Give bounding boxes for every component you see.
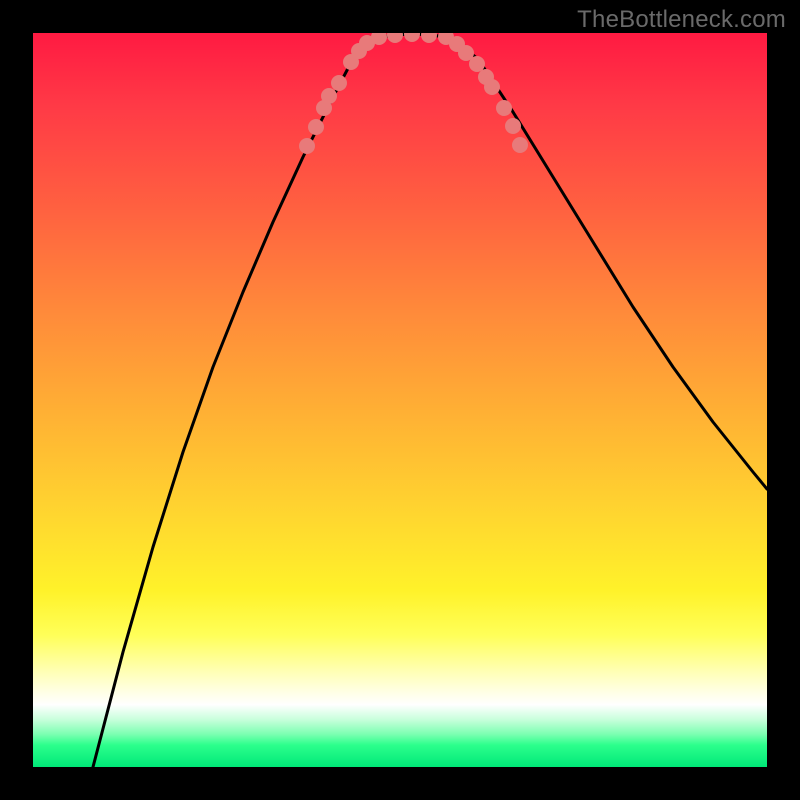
chart-frame: TheBottleneck.com bbox=[0, 0, 800, 800]
data-point bbox=[308, 119, 324, 135]
plot-area bbox=[33, 33, 767, 767]
curve-left-branch bbox=[93, 39, 373, 767]
data-point bbox=[505, 118, 521, 134]
watermark-text: TheBottleneck.com bbox=[577, 6, 786, 34]
data-point bbox=[484, 79, 500, 95]
data-point bbox=[299, 138, 315, 154]
data-point bbox=[331, 75, 347, 91]
data-point bbox=[496, 100, 512, 116]
curve-svg bbox=[33, 33, 767, 767]
data-point bbox=[404, 33, 420, 42]
data-point bbox=[512, 137, 528, 153]
data-point bbox=[321, 88, 337, 104]
data-point bbox=[469, 56, 485, 72]
data-point bbox=[421, 33, 437, 43]
data-point bbox=[387, 33, 403, 43]
